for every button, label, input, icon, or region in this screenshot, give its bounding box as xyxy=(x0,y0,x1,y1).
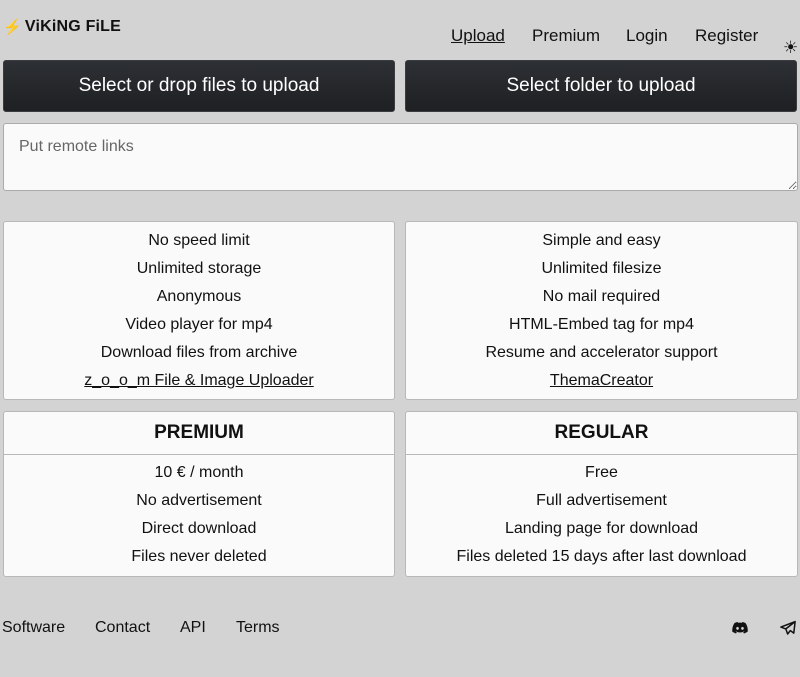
discord-icon[interactable] xyxy=(730,619,750,637)
features-box-right: Simple and easy Unlimited filesize No ma… xyxy=(405,221,798,400)
nav-premium-link[interactable]: Premium xyxy=(532,26,600,46)
header: ⚡ ViKiNG FiLE Upload Premium Login Regis… xyxy=(0,0,800,58)
plan-item: Files deleted 15 days after last downloa… xyxy=(456,548,747,565)
nav-login-link[interactable]: Login xyxy=(626,26,668,46)
select-files-button[interactable]: Select or drop files to upload xyxy=(3,60,395,112)
feature-item: Anonymous xyxy=(156,288,242,305)
footer-api-link[interactable]: API xyxy=(180,619,206,637)
footer: Software Contact API Terms xyxy=(0,617,800,641)
feature-item-link-row: z_o_o_m File & Image Uploader xyxy=(4,371,394,399)
nav-register-link[interactable]: Register xyxy=(695,26,758,46)
feature-item-link-row: ThemaCreator xyxy=(406,371,797,399)
feature-item: Unlimited filesize xyxy=(541,260,662,277)
regular-plan-box: REGULAR Free Full advertisement Landing … xyxy=(405,411,798,577)
telegram-icon[interactable] xyxy=(778,619,798,637)
plan-item: Landing page for download xyxy=(504,520,699,537)
features-box-left: No speed limit Unlimited storage Anonymo… xyxy=(3,221,395,400)
premium-plan-title: PREMIUM xyxy=(4,412,394,455)
feature-item: Unlimited storage xyxy=(136,260,262,277)
logo-text: ViKiNG FiLE xyxy=(24,18,122,35)
feature-item: Resume and accelerator support xyxy=(485,344,718,361)
select-folder-button[interactable]: Select folder to upload xyxy=(405,60,797,112)
plan-item: Direct download xyxy=(141,520,257,537)
feature-item: No speed limit xyxy=(148,232,250,249)
footer-terms-link[interactable]: Terms xyxy=(236,619,280,637)
footer-software-link[interactable]: Software xyxy=(2,619,65,637)
plan-item: Full advertisement xyxy=(536,492,667,509)
footer-contact-link[interactable]: Contact xyxy=(95,619,150,637)
remote-links-input[interactable] xyxy=(3,123,798,191)
regular-plan-title: REGULAR xyxy=(406,412,797,455)
plan-item: Files never deleted xyxy=(131,548,267,565)
feature-item: HTML-Embed tag for mp4 xyxy=(509,316,694,333)
lightning-bolt-icon: ⚡ xyxy=(3,19,22,36)
feature-item: No mail required xyxy=(542,288,661,305)
zoom-uploader-link[interactable]: z_o_o_m File & Image Uploader xyxy=(84,372,313,389)
themacreator-link[interactable]: ThemaCreator xyxy=(550,372,653,389)
logo[interactable]: ⚡ ViKiNG FiLE xyxy=(3,18,121,36)
plan-item: Free xyxy=(585,464,618,481)
plan-item: No advertisement xyxy=(136,492,262,509)
premium-plan-box: PREMIUM 10 € / month No advertisement Di… xyxy=(3,411,395,577)
nav-upload-link[interactable]: Upload xyxy=(451,26,505,46)
feature-item: Download files from archive xyxy=(100,344,298,361)
feature-item: Video player for mp4 xyxy=(125,316,273,333)
feature-item: Simple and easy xyxy=(542,232,661,249)
plan-item: 10 € / month xyxy=(154,464,244,481)
sun-icon[interactable]: ☀ xyxy=(783,38,798,58)
